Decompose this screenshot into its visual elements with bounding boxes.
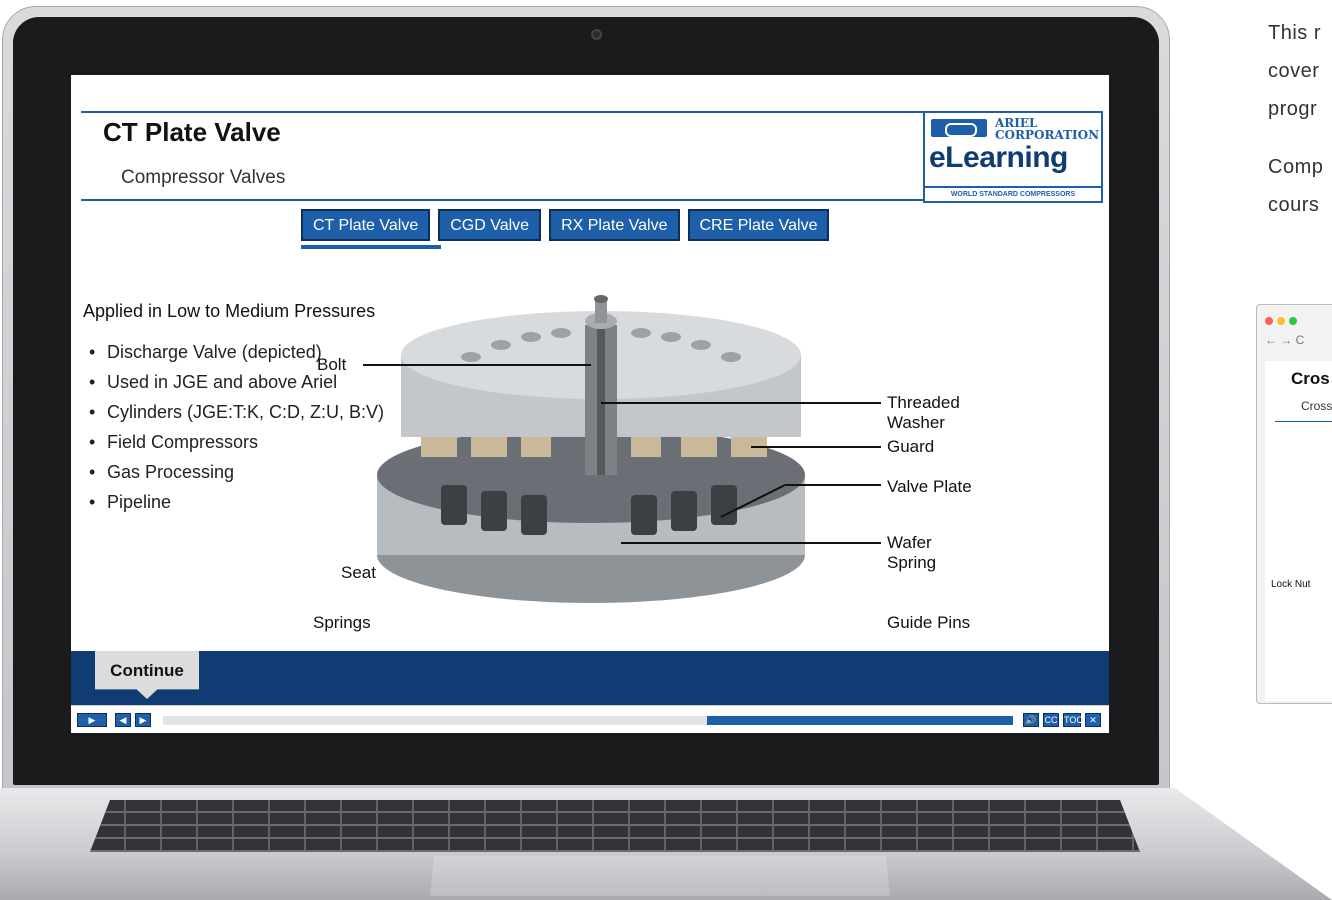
camera-icon	[591, 29, 602, 40]
volume-button[interactable]: 🔊	[1023, 713, 1039, 727]
next-button[interactable]: ▶	[135, 713, 151, 727]
tab-cgd-valve[interactable]: CGD Valve	[438, 209, 542, 241]
logo-tagline: WORLD STANDARD COMPRESSORS	[925, 186, 1101, 201]
cc-button[interactable]: CC	[1043, 713, 1059, 727]
trackpad	[430, 856, 890, 896]
tab-rx-plate-valve[interactable]: RX Plate Valve	[549, 209, 680, 241]
valve-illustration	[363, 295, 881, 632]
progress-track[interactable]	[163, 716, 1013, 725]
browser-preview: ← → C Cros Cross Lock Nut	[1256, 304, 1332, 704]
callout-guard: Guard	[887, 437, 935, 456]
close-button[interactable]: ✕	[1085, 713, 1101, 727]
ariel-elearning-logo: ARIEL CORPORATION eLearning WORLD STANDA…	[923, 111, 1103, 203]
side-text-line: Comp	[1268, 156, 1324, 178]
preview-subtitle: Cross	[1301, 399, 1332, 413]
continue-bar	[71, 651, 1109, 705]
tab-cre-plate-valve[interactable]: CRE Plate Valve	[687, 209, 830, 241]
preview-callout: Lock Nut	[1271, 579, 1311, 590]
laptop-lid: CT Plate Valve Compressor Valves ARIEL C…	[2, 6, 1170, 796]
header-rule	[81, 111, 923, 113]
play-button[interactable]: ▶	[77, 713, 107, 727]
player-controls: ▶ ◀ ▶ 🔊 CC TOC ✕	[71, 705, 1109, 733]
valve-tabs: CT Plate Valve CGD Valve RX Plate Valve …	[301, 209, 830, 241]
laptop-bezel: CT Plate Valve Compressor Valves ARIEL C…	[13, 17, 1159, 785]
prev-button[interactable]: ◀	[115, 713, 131, 727]
callout-bolt: Bolt	[317, 355, 347, 374]
minimize-dot-icon	[1277, 317, 1285, 325]
maximize-dot-icon	[1289, 317, 1297, 325]
callout-threaded-washer: Threaded Washer	[887, 393, 960, 432]
page-subtitle: Compressor Valves	[121, 167, 286, 188]
active-tab-indicator	[301, 245, 441, 249]
logo-company: ARIEL CORPORATION	[995, 116, 1100, 142]
side-text-line: progr	[1268, 98, 1318, 120]
stage: CT Plate Valve Compressor Valves ARIEL C…	[0, 0, 1332, 900]
side-text-line: cover	[1268, 60, 1320, 82]
title-underline	[81, 199, 923, 201]
tab-ct-plate-valve[interactable]: CT Plate Valve	[301, 209, 431, 241]
preview-title: Cros	[1291, 369, 1330, 388]
page-title: CT Plate Valve	[103, 117, 281, 147]
progress-fill	[707, 716, 1013, 725]
valve-diagram: Bolt Threaded Washer Guard Valve Plate W…	[301, 285, 981, 632]
continue-label: Continue	[110, 661, 184, 680]
keyboard-rows	[90, 800, 1140, 852]
callout-springs: Springs	[313, 613, 371, 632]
toc-button[interactable]: TOC	[1063, 713, 1083, 727]
preview-rule	[1275, 421, 1332, 422]
close-dot-icon	[1265, 317, 1273, 325]
callout-valve-plate: Valve Plate	[887, 477, 972, 496]
logo-product: eLearning	[929, 141, 1068, 174]
browser-nav: ← → C	[1265, 333, 1305, 347]
browser-content: Cros Cross Lock Nut	[1265, 361, 1332, 701]
side-text-line: This r	[1268, 22, 1321, 44]
side-text-line: cours	[1268, 194, 1320, 216]
course-screen: CT Plate Valve Compressor Valves ARIEL C…	[71, 75, 1109, 733]
callout-wafer-spring: Wafer Spring	[887, 533, 937, 572]
callout-guide-pins: Guide Pins	[887, 613, 971, 632]
callout-seat: Seat	[341, 563, 376, 582]
ariel-badge-icon	[931, 119, 987, 137]
